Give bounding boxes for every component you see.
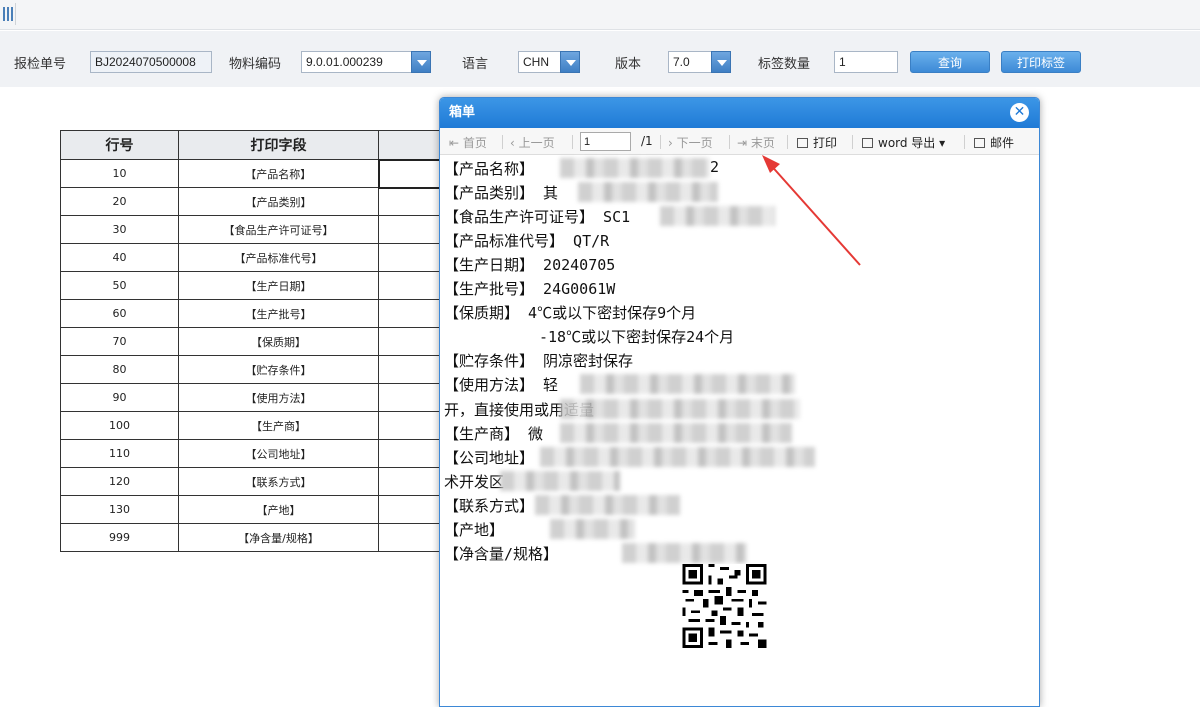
label-batch: 【生产批号】 24G0061W [444, 280, 616, 298]
label-prod-date: 【生产日期】 20240705 [444, 256, 616, 274]
label-address: 【公司地址】 [444, 449, 535, 467]
label-shelf-life-2: -18℃或以下密封保存24个月 [539, 328, 735, 346]
label-origin: 【产地】 [444, 521, 505, 539]
label-product-name: 【产品名称】 [444, 160, 535, 178]
label-contact: 【联系方式】 [444, 497, 535, 515]
label-usage: 【使用方法】 轻 [444, 376, 559, 394]
label-category: 【产品类别】 其 [444, 184, 559, 202]
annotation-arrow-icon [762, 155, 861, 266]
label-address-2: 术开发区 [444, 473, 505, 491]
label-storage: 【贮存条件】 阴凉密封保存 [444, 352, 634, 370]
label-net-content: 【净含量/规格】 [444, 545, 559, 563]
label-standard: 【产品标准代号】 QT/R [444, 232, 610, 250]
label-license: 【食品生产许可证号】 SC1 [444, 208, 631, 226]
label-product-name-tail: 2 [710, 158, 720, 176]
qr-code-icon [682, 564, 767, 648]
label-manufacturer: 【生产商】 微 [444, 425, 544, 443]
label-shelf-life: 【保质期】 4℃或以下密封保存9个月 [444, 304, 697, 322]
label-preview: 【产品名称】 2 【产品类别】 其 【食品生产许可证号】 SC1 【产品标准代号… [0, 0, 1200, 696]
